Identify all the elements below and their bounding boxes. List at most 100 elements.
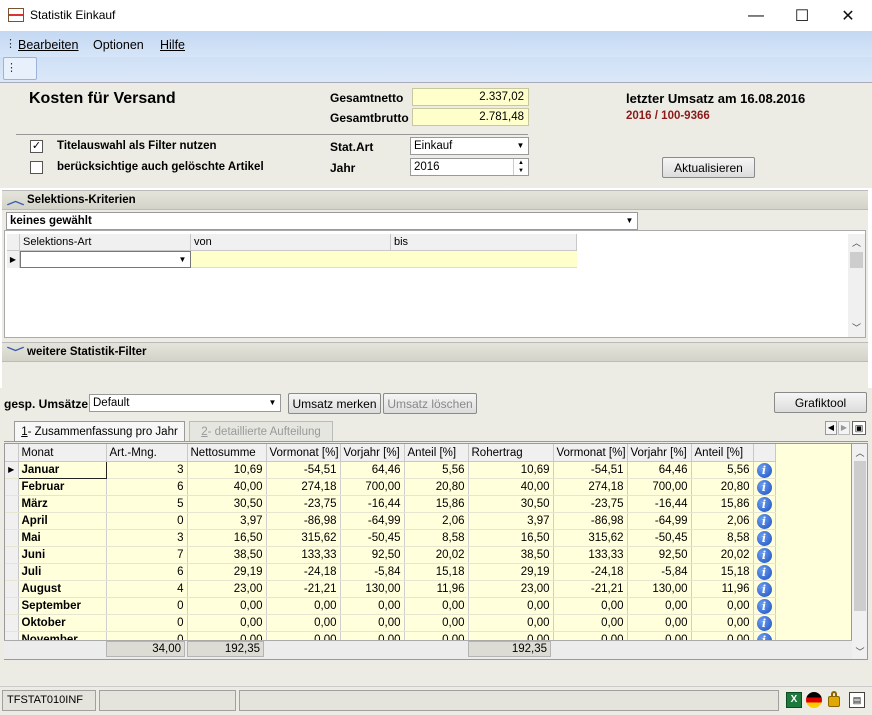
col-header[interactable]: Vormonat [%] (553, 444, 628, 462)
table-row[interactable]: September 0 0,00 0,00 0,00 0,00 0,00 0,00 0,00 0,… (5, 597, 776, 615)
month-cell[interactable]: März (18, 495, 107, 513)
row-header[interactable] (5, 546, 19, 564)
col-header[interactable]: Vorjahr [%] (340, 444, 405, 462)
spin-down-icon[interactable]: ▼ (513, 167, 528, 175)
table-row[interactable]: August 4 23,00 -21,21 130,00 11,96 23,00 -21,21… (5, 580, 776, 598)
statart-select[interactable]: Einkauf ▼ (410, 137, 529, 155)
value-cell[interactable]: 30,50 (468, 495, 554, 513)
scroll-up-icon[interactable]: ︿ (848, 236, 865, 249)
row-info-button[interactable]: i (753, 512, 776, 530)
criteria-type-select[interactable]: ▼ (20, 251, 191, 268)
value-cell[interactable]: 133,33 (266, 546, 341, 564)
month-cell[interactable]: Januar (17, 460, 107, 479)
table-row[interactable]: März 5 30,50 -23,75 -16,44 15,86 30,50 -23,75 -1… (5, 495, 776, 513)
criteria-from-input[interactable] (191, 251, 391, 268)
scroll-thumb[interactable] (850, 252, 863, 268)
value-cell[interactable]: -50,45 (340, 529, 405, 547)
criteria-to-input[interactable] (391, 251, 577, 268)
row-info-button[interactable]: i (753, 495, 776, 513)
refresh-button[interactable]: Aktualisieren (662, 157, 755, 178)
value-cell[interactable]: 40,00 (468, 478, 554, 496)
value-cell[interactable]: -86,98 (553, 512, 628, 530)
more-filters-section-header[interactable]: ﹀ weitere Statistik-Filter (2, 342, 868, 362)
value-cell[interactable]: 0,00 (468, 597, 554, 615)
value-cell[interactable]: -16,44 (340, 495, 405, 513)
value-cell[interactable]: 0 (106, 597, 188, 615)
menu-hilfe[interactable]: Hilfe (160, 38, 185, 52)
value-cell[interactable]: -23,75 (553, 495, 628, 513)
month-cell[interactable]: Mai (18, 529, 107, 547)
value-cell[interactable]: -16,44 (627, 495, 692, 513)
row-header[interactable] (5, 495, 19, 513)
german-flag-icon[interactable] (806, 692, 822, 708)
value-cell[interactable]: 2,06 (404, 512, 469, 530)
tab-scroll-right-icon[interactable]: ▶ (838, 421, 850, 435)
value-cell[interactable]: 5 (106, 495, 188, 513)
tab-summary[interactable]: 1 - Zusammenfassung pro Jahr (14, 421, 185, 441)
print-icon[interactable]: ▤ (849, 692, 865, 708)
value-cell[interactable]: 16,50 (468, 529, 554, 547)
value-cell[interactable]: 92,50 (627, 546, 692, 564)
value-cell[interactable]: 0,00 (553, 614, 628, 632)
minimize-button[interactable]: — (733, 0, 779, 31)
value-cell[interactable]: 700,00 (340, 478, 405, 496)
month-cell[interactable]: Februar (18, 478, 107, 496)
value-cell[interactable]: 15,86 (404, 495, 469, 513)
value-cell[interactable]: 4 (106, 580, 188, 598)
value-cell[interactable]: 315,62 (266, 529, 341, 547)
value-cell[interactable]: 0,00 (340, 614, 405, 632)
value-cell[interactable]: 0,00 (691, 614, 754, 632)
value-cell[interactable]: 5,56 (404, 461, 469, 479)
value-cell[interactable]: 40,00 (187, 478, 267, 496)
value-cell[interactable]: 0,00 (187, 597, 267, 615)
value-cell[interactable]: 92,50 (340, 546, 405, 564)
value-cell[interactable]: 0,00 (266, 597, 341, 615)
value-cell[interactable]: -64,99 (627, 512, 692, 530)
value-cell[interactable]: 8,58 (691, 529, 754, 547)
table-row[interactable]: April 0 3,97 -86,98 -64,99 2,06 3,97 -86,98 -64,… (5, 512, 776, 530)
value-cell[interactable]: 20,02 (691, 546, 754, 564)
tab-close-icon[interactable]: ▣ (852, 421, 866, 435)
row-header[interactable] (5, 580, 19, 598)
value-cell[interactable]: 7 (106, 546, 188, 564)
value-cell[interactable]: 3,97 (468, 512, 554, 530)
table-row[interactable]: Februar 6 40,00 274,18 700,00 20,80 40,00 274,1… (5, 478, 776, 496)
col-header[interactable]: Art.-Mng. (106, 444, 188, 462)
row-info-button[interactable]: i (753, 461, 776, 479)
table-row[interactable]: Juni 7 38,50 133,33 92,50 20,02 38,50 133,33 92,… (5, 546, 776, 564)
excel-export-icon[interactable]: X (786, 692, 802, 708)
col-header[interactable]: Anteil [%] (691, 444, 754, 462)
value-cell[interactable]: 0 (106, 614, 188, 632)
col-header[interactable]: Rohertrag (468, 444, 554, 462)
col-header[interactable]: Vorjahr [%] (627, 444, 692, 462)
value-cell[interactable]: 6 (106, 478, 188, 496)
value-cell[interactable]: 130,00 (627, 580, 692, 598)
spin-up-icon[interactable]: ▲ (513, 159, 528, 167)
row-header[interactable] (5, 614, 19, 632)
value-cell[interactable]: 2,06 (691, 512, 754, 530)
remember-sales-button[interactable]: Umsatz merken (288, 393, 381, 414)
value-cell[interactable]: 15,86 (691, 495, 754, 513)
value-cell[interactable]: 64,46 (340, 461, 405, 479)
value-cell[interactable]: -50,45 (627, 529, 692, 547)
month-cell[interactable]: Juli (18, 563, 107, 581)
value-cell[interactable]: 0,00 (404, 614, 469, 632)
value-cell[interactable]: 0,00 (187, 614, 267, 632)
close-button[interactable]: ✕ (825, 0, 871, 31)
month-cell[interactable]: Juni (18, 546, 107, 564)
col-header[interactable]: Nettosumme (187, 444, 267, 462)
value-cell[interactable]: 8,58 (404, 529, 469, 547)
value-cell[interactable]: 11,96 (691, 580, 754, 598)
value-cell[interactable]: -24,18 (553, 563, 628, 581)
value-cell[interactable]: 3,97 (187, 512, 267, 530)
value-cell[interactable]: 0,00 (340, 597, 405, 615)
month-cell[interactable]: Oktober (18, 614, 107, 632)
month-cell[interactable]: April (18, 512, 107, 530)
row-header[interactable] (5, 512, 19, 530)
value-cell[interactable]: 3 (106, 529, 188, 547)
value-cell[interactable]: 274,18 (266, 478, 341, 496)
lock-icon[interactable] (828, 696, 840, 707)
scroll-thumb[interactable] (854, 461, 866, 611)
value-cell[interactable]: 15,18 (404, 563, 469, 581)
row-header[interactable] (5, 563, 19, 581)
